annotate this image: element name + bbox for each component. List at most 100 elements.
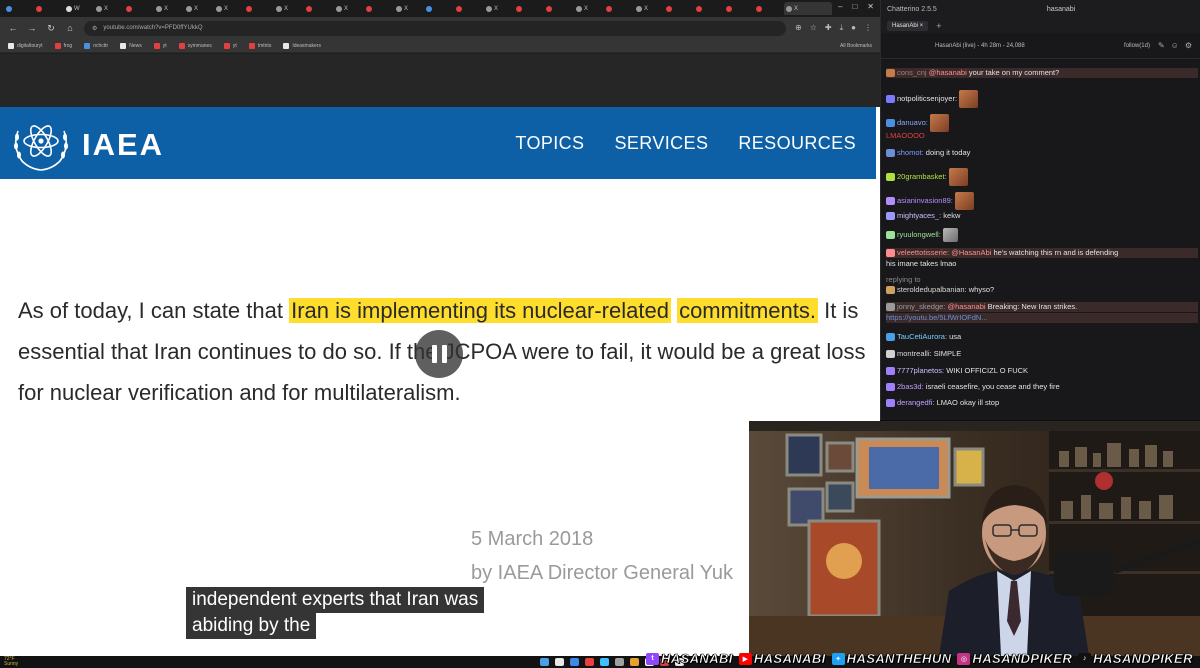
taskbar-app-icon[interactable] — [615, 658, 624, 666]
chat-message[interactable]: his imane takes lmao — [886, 259, 1198, 269]
chat-message[interactable]: LMAOOOO — [886, 131, 1198, 141]
browser-tab[interactable]: X — [154, 2, 182, 15]
add-tab-icon[interactable]: + — [936, 21, 941, 31]
browser-tab[interactable] — [544, 2, 572, 15]
chat-message[interactable]: TauCetiAurora: usa — [886, 332, 1198, 342]
chat-username[interactable]: notpoliticsenjoyer: — [897, 94, 957, 103]
reload-icon[interactable]: ↻ — [46, 23, 56, 34]
chat-username[interactable]: danuavo: — [897, 118, 928, 127]
bookmark-item[interactable]: symmanes — [178, 42, 212, 49]
browser-tab[interactable]: X — [184, 2, 212, 15]
chat-username[interactable]: derangedfi: — [897, 398, 935, 407]
chat-username[interactable]: ryuulongwell: — [897, 230, 941, 239]
edit-icon[interactable]: ✎ — [1158, 41, 1165, 50]
extensions-icon[interactable]: ✚ — [825, 23, 832, 33]
chat-message[interactable]: asianinvasion89: — [886, 192, 1198, 210]
browser-tab[interactable] — [694, 2, 722, 15]
browser-tab[interactable] — [664, 2, 692, 15]
bookmark-item[interactable]: digitaltouryt — [8, 42, 43, 49]
browser-tab[interactable] — [604, 2, 632, 15]
chat-message[interactable]: 20grambasket: — [886, 168, 1198, 186]
video-player[interactable]: IAEA TOPICS SERVICES RESOURCES As of tod… — [0, 54, 880, 656]
chat-username[interactable]: veleettotisserie: — [897, 248, 949, 257]
taskbar-app-icon[interactable] — [600, 658, 609, 666]
browser-tab[interactable] — [454, 2, 482, 15]
pause-button[interactable] — [415, 330, 463, 378]
bookmark-item[interactable]: frog — [54, 42, 72, 49]
menu-icon[interactable]: ⋮ — [864, 23, 872, 33]
bookmark-item[interactable]: yt — [153, 42, 167, 49]
chat-mention[interactable]: @hasanabi — [929, 68, 967, 77]
chat-message[interactable]: derangedfi: LMAO okay ill stop — [886, 398, 1198, 408]
chat-message[interactable]: montrealli: SIMPLE — [886, 349, 1198, 359]
bookmark-item[interactable]: News — [120, 42, 142, 49]
close-icon[interactable]: ✕ — [867, 2, 874, 11]
browser-tab[interactable] — [424, 2, 452, 15]
taskbar-app-icon[interactable] — [585, 658, 594, 666]
browser-tab[interactable]: X — [784, 2, 832, 15]
chat-username[interactable]: TauCetiAurora: — [897, 332, 947, 341]
browser-tab[interactable]: W — [64, 2, 92, 15]
maximize-icon[interactable]: □ — [852, 2, 857, 11]
back-icon[interactable]: ← — [8, 23, 18, 33]
minimize-icon[interactable]: – — [838, 2, 842, 11]
chat-username[interactable]: 20grambasket: — [897, 172, 947, 181]
profile-icon[interactable]: ● — [851, 23, 856, 33]
site-info-icon[interactable]: ⚙ — [92, 25, 97, 32]
chat-message[interactable]: ryuulongwell: — [886, 228, 1198, 242]
download-icon[interactable]: ⤓ — [840, 23, 844, 33]
browser-tab[interactable]: X — [634, 2, 662, 15]
home-icon[interactable]: ⌂ — [65, 23, 75, 33]
bookmark-item[interactable]: Ideasmakers — [283, 42, 321, 49]
chat-username[interactable]: jonny_skedge: — [897, 302, 945, 311]
chat-username[interactable]: mightyaces_: — [897, 211, 941, 220]
chat-username[interactable]: cons_cnj — [897, 68, 927, 77]
chat-username[interactable]: 7777planetos: — [897, 366, 944, 375]
forward-icon[interactable]: → — [27, 23, 37, 33]
browser-tab[interactable] — [754, 2, 782, 15]
browser-tab[interactable]: X — [94, 2, 122, 15]
user-icon[interactable]: ☺ — [1171, 41, 1179, 50]
browser-tab[interactable]: X — [394, 2, 422, 15]
bookmark-item[interactable]: tmtnts — [248, 42, 271, 49]
chat-message[interactable]: veleettotisserie: @HasanAbi he's watchin… — [886, 248, 1198, 258]
zoom-icon[interactable]: ⊕ — [795, 23, 802, 33]
chat-message[interactable]: notpoliticsenjoyer: — [886, 90, 1198, 108]
taskbar-app-icon[interactable] — [570, 658, 579, 666]
chat-username[interactable]: steroldedupalbanian: — [897, 285, 967, 294]
chat-mention[interactable]: @HasanAbi — [951, 248, 991, 257]
chat-mention[interactable]: @hasanabi — [947, 302, 985, 311]
chat-message[interactable]: mightyaces_: kekw — [886, 211, 1198, 221]
browser-tab[interactable]: X — [484, 2, 512, 15]
star-icon[interactable]: ☆ — [810, 23, 817, 33]
browser-tab[interactable]: X — [334, 2, 362, 15]
browser-tab[interactable]: X — [274, 2, 302, 15]
bookmark-item[interactable]: nchcttr — [84, 42, 108, 49]
chat-message[interactable]: https://youtu.be/5LfWrIOFdN... — [886, 313, 1198, 323]
chat-message[interactable]: danuavo: — [886, 114, 1198, 132]
follow-status[interactable]: follow(1d) — [1124, 43, 1150, 49]
chat-message[interactable]: jonny_skedge: @hasanabi Breaking: New Ir… — [886, 302, 1198, 312]
weather-widget[interactable]: 72°F Sunny — [4, 657, 18, 667]
chat-message[interactable]: shomot: doing it today — [886, 148, 1198, 158]
browser-tab[interactable] — [724, 2, 752, 15]
browser-tab[interactable] — [304, 2, 332, 15]
taskbar-app-icon[interactable] — [555, 658, 564, 666]
browser-tab[interactable] — [34, 2, 62, 15]
url-field[interactable]: ⚙ youtube.com/watch?v=PFD0ffYUkkQ — [84, 20, 787, 36]
browser-tab[interactable] — [244, 2, 272, 15]
browser-tab[interactable]: X — [574, 2, 602, 15]
chat-message[interactable]: steroldedupalbanian: whyso? — [886, 285, 1198, 295]
chat-message[interactable]: 2bas3d: israeli ceasefire, you cease and… — [886, 382, 1198, 392]
taskbar-app-icon[interactable] — [630, 658, 639, 666]
chat-tab-hasanabi[interactable]: HasanAbi × — [887, 20, 929, 31]
browser-tab[interactable] — [124, 2, 152, 15]
settings-icon[interactable]: ⚙ — [1185, 41, 1192, 50]
chat-username[interactable]: asianinvasion89: — [897, 196, 953, 205]
chat-message[interactable]: 7777planetos: WIKI OFFICIZL O FUCK — [886, 366, 1198, 376]
browser-tab[interactable] — [364, 2, 392, 15]
browser-tab[interactable] — [4, 2, 32, 15]
chat-message[interactable]: cons_cnj @hasanabi your take on my comme… — [886, 68, 1198, 78]
taskbar-app-icon[interactable] — [540, 658, 549, 666]
all-bookmarks-button[interactable]: All Bookmarks — [840, 43, 872, 49]
